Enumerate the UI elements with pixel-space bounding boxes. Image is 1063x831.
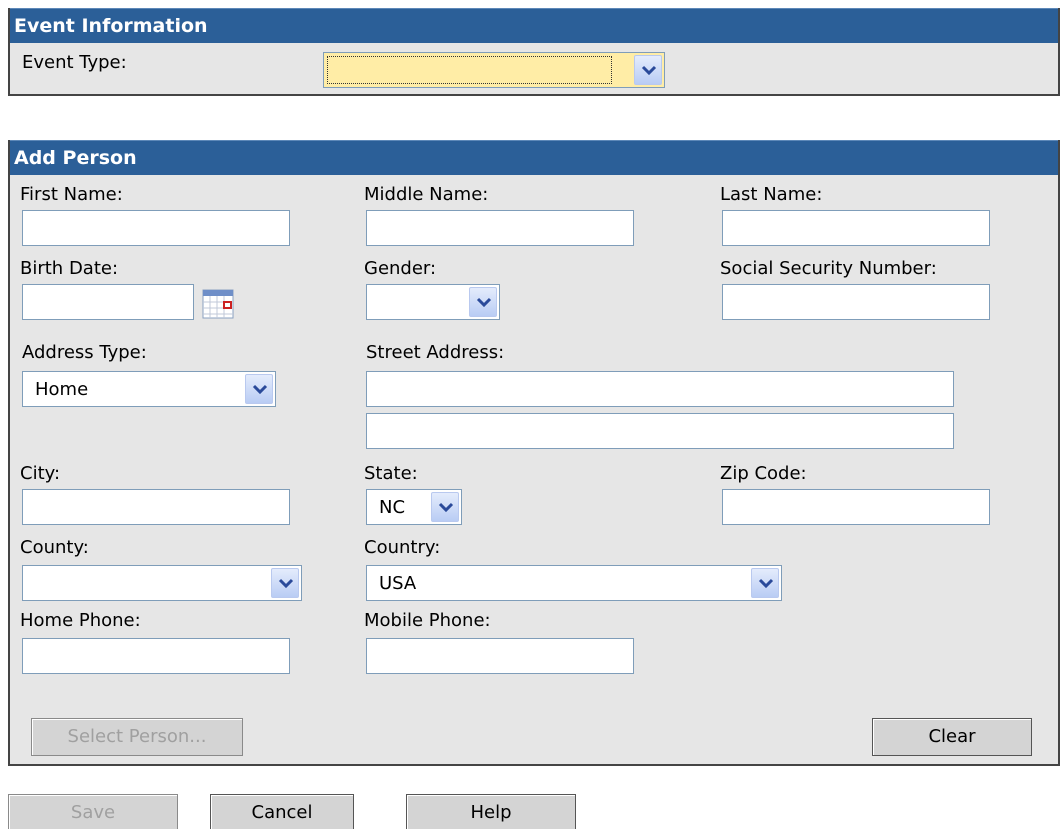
add-person-panel: Add Person First Name: Middle Name: Last… bbox=[8, 140, 1060, 766]
save-button[interactable]: Save bbox=[8, 794, 178, 829]
middle-name-label: Middle Name: bbox=[364, 184, 489, 205]
chevron-down-icon[interactable] bbox=[245, 374, 273, 404]
calendar-icon[interactable] bbox=[202, 289, 234, 319]
country-select[interactable]: USA bbox=[366, 565, 782, 601]
first-name-label: First Name: bbox=[20, 184, 123, 205]
event-type-focus-ring bbox=[327, 56, 612, 84]
country-label: Country: bbox=[364, 537, 441, 558]
cancel-button[interactable]: Cancel bbox=[210, 794, 354, 829]
city-field[interactable] bbox=[22, 489, 290, 525]
zip-code-label: Zip Code: bbox=[720, 463, 807, 484]
gender-label: Gender: bbox=[364, 258, 437, 279]
county-label: County: bbox=[20, 537, 89, 558]
address-type-select[interactable]: Home bbox=[22, 371, 276, 407]
last-name-field[interactable] bbox=[722, 210, 990, 246]
gender-select[interactable] bbox=[366, 284, 500, 320]
state-select[interactable]: NC bbox=[366, 489, 462, 525]
country-value: USA bbox=[379, 573, 417, 594]
event-type-select[interactable] bbox=[323, 52, 665, 88]
home-phone-field[interactable] bbox=[22, 638, 290, 674]
event-information-panel: Event Information Event Type: bbox=[8, 8, 1060, 96]
help-button[interactable]: Help bbox=[406, 794, 576, 829]
home-phone-label: Home Phone: bbox=[20, 610, 141, 631]
event-information-header: Event Information bbox=[10, 8, 1058, 43]
chevron-down-icon[interactable] bbox=[431, 492, 459, 522]
birth-date-field[interactable] bbox=[22, 284, 194, 320]
state-value: NC bbox=[379, 497, 406, 518]
street-address-label: Street Address: bbox=[366, 342, 505, 363]
ssn-label: Social Security Number: bbox=[720, 258, 937, 279]
last-name-label: Last Name: bbox=[720, 184, 823, 205]
mobile-phone-label: Mobile Phone: bbox=[364, 610, 491, 631]
address-type-label: Address Type: bbox=[22, 342, 147, 363]
chevron-down-icon[interactable] bbox=[469, 287, 497, 317]
state-label: State: bbox=[364, 463, 418, 484]
add-person-header: Add Person bbox=[10, 140, 1058, 175]
ssn-field[interactable] bbox=[722, 284, 990, 320]
clear-button[interactable]: Clear bbox=[872, 718, 1032, 756]
chevron-down-icon[interactable] bbox=[751, 568, 779, 598]
chevron-down-icon[interactable] bbox=[271, 568, 299, 598]
event-type-label: Event Type: bbox=[22, 52, 127, 73]
first-name-field[interactable] bbox=[22, 210, 290, 246]
select-person-button[interactable]: Select Person... bbox=[31, 718, 243, 756]
street-address-line1-field[interactable] bbox=[366, 371, 954, 407]
chevron-down-icon[interactable] bbox=[634, 55, 662, 85]
middle-name-field[interactable] bbox=[366, 210, 634, 246]
address-type-value: Home bbox=[35, 379, 89, 400]
zip-code-field[interactable] bbox=[722, 489, 990, 525]
county-select[interactable] bbox=[22, 565, 302, 601]
birth-date-label: Birth Date: bbox=[20, 258, 119, 279]
city-label: City: bbox=[20, 463, 61, 484]
mobile-phone-field[interactable] bbox=[366, 638, 634, 674]
street-address-line2-field[interactable] bbox=[366, 413, 954, 449]
